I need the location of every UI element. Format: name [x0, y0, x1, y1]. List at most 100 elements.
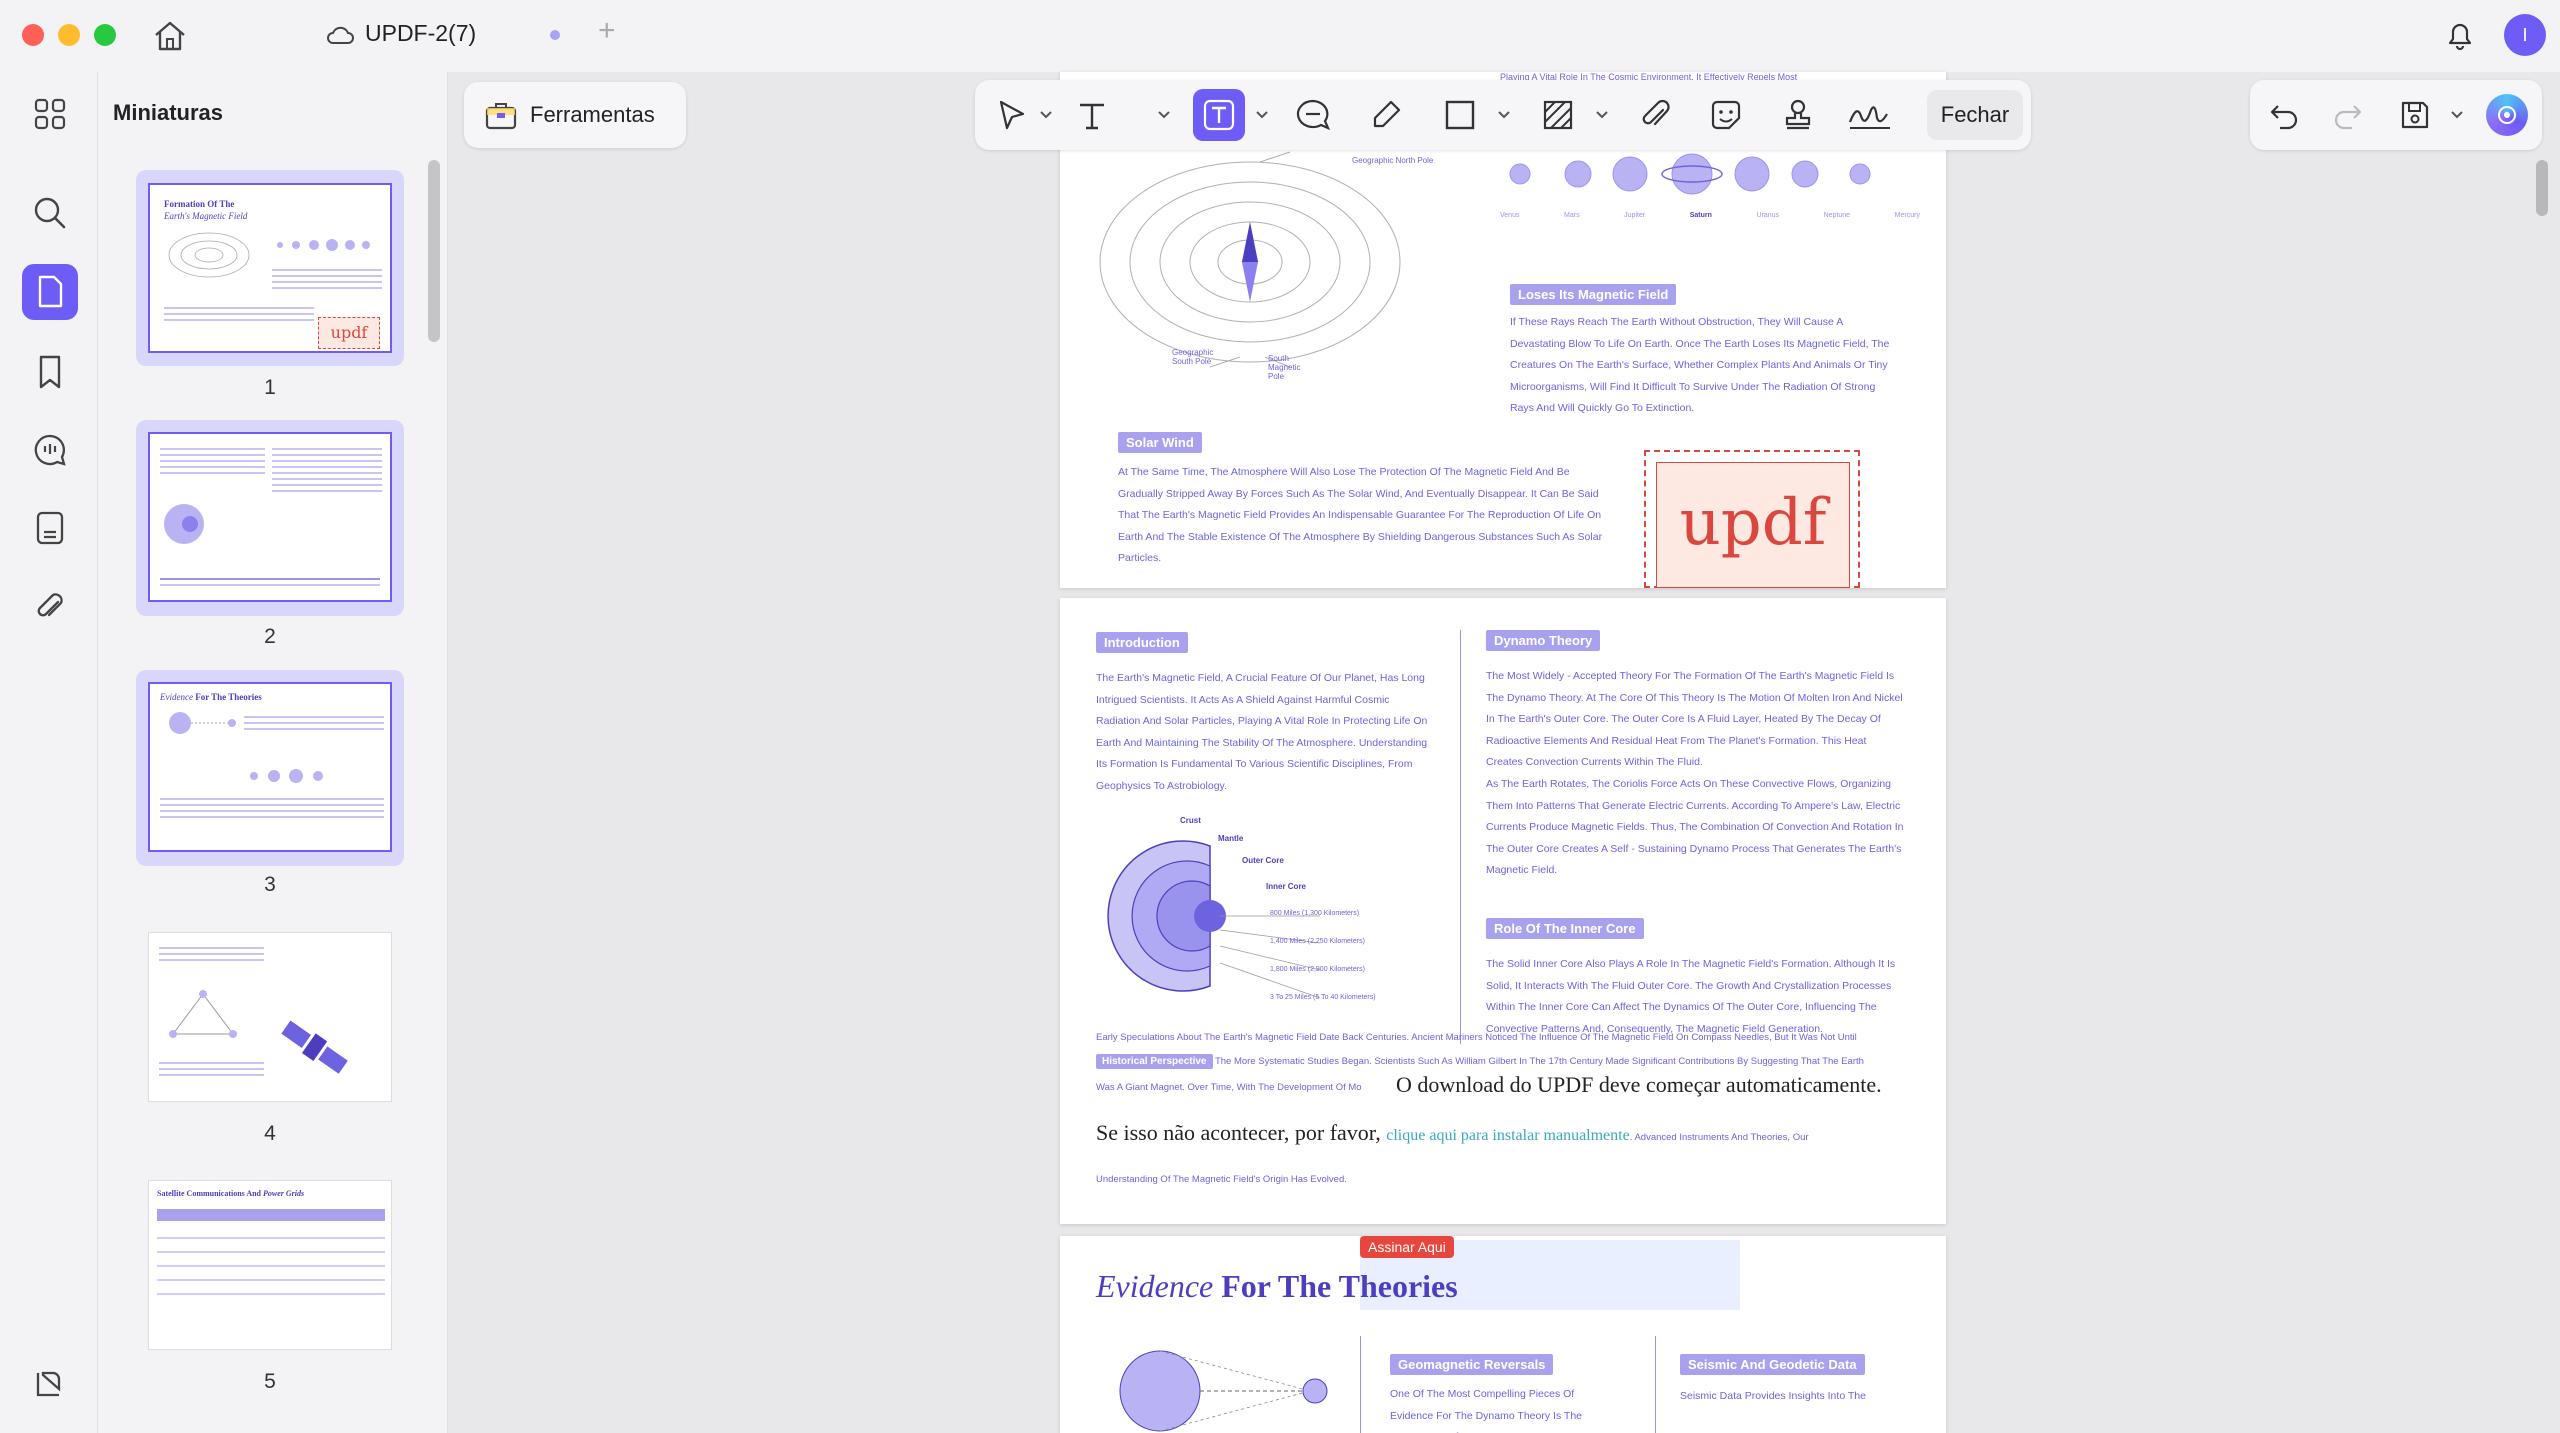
- thumb3-lines: [244, 712, 384, 734]
- close-window-button[interactable]: [22, 24, 44, 46]
- home-icon[interactable]: [152, 19, 188, 53]
- toolbox-icon: [485, 103, 517, 130]
- thumb4-lines: [159, 943, 264, 965]
- text-tool-icon[interactable]: [1075, 98, 1109, 132]
- annotation-toolbar: Fechar: [975, 80, 2031, 150]
- thumbnail-number-5: 5: [264, 1370, 276, 1393]
- layer-label-outer-core: Outer Core: [1242, 856, 1284, 865]
- area-hatch-icon[interactable]: [1541, 98, 1575, 132]
- canvas-scrollbar[interactable]: [2536, 160, 2548, 216]
- stamp-tool-icon[interactable]: [1781, 98, 1815, 132]
- highlighter-icon[interactable]: [1369, 98, 1403, 132]
- last-line-text: Understanding Of The Magnetic Field's Or…: [1096, 1174, 1347, 1185]
- dynamo-theory-label: Dynamo Theory: [1486, 630, 1601, 651]
- historical-perspective-label: Historical Perspective: [1096, 1054, 1213, 1069]
- bookmarks-button[interactable]: [22, 344, 78, 400]
- forms-button[interactable]: [22, 500, 78, 556]
- save-icon[interactable]: [2398, 98, 2432, 132]
- diagram-label-north: Geographic North Pole: [1352, 156, 1434, 165]
- chevron-down-icon[interactable]: [1595, 110, 1609, 120]
- chevron-down-icon[interactable]: [1497, 110, 1511, 120]
- thumb3-diagram: [169, 712, 236, 734]
- sticker-icon[interactable]: [1709, 98, 1743, 132]
- diagram-label-south: Geographic South Pole: [1172, 348, 1214, 366]
- updf-stamp[interactable]: updf: [1656, 462, 1850, 588]
- thumb1-title-a: Formation Of The: [164, 199, 235, 209]
- rectangle-icon[interactable]: [1443, 98, 1477, 132]
- thumb5-table-rows: [157, 1225, 385, 1307]
- thumb5-title: Satellite Communications And Power Grids: [157, 1189, 305, 1198]
- thumb4-lines-2: [159, 1058, 264, 1080]
- panel-scrollbar[interactable]: [428, 160, 440, 342]
- textbox-tool-button[interactable]: [1193, 89, 1245, 141]
- bell-icon[interactable]: [2444, 18, 2476, 52]
- historical-text: The More Systematic Studies Began. Scien…: [1214, 1056, 1864, 1067]
- thumbnails-button[interactable]: [22, 264, 78, 320]
- comment-tool-icon[interactable]: [1295, 98, 1331, 132]
- ai-assistant-icon: [2498, 106, 2516, 124]
- user-avatar[interactable]: I: [2504, 14, 2546, 56]
- new-tab-button[interactable]: +: [598, 14, 616, 48]
- thumbnail-page-3[interactable]: Evidence For The Theories: [148, 682, 392, 852]
- planet-label: Neptune: [1823, 212, 1851, 219]
- pdf-page-3[interactable]: Assinar Aqui Evidence For The Theories G…: [1060, 1236, 1946, 1433]
- chevron-down-icon[interactable]: [1157, 110, 1171, 120]
- undo-icon[interactable]: [2268, 100, 2300, 130]
- panel-title: Miniaturas: [113, 100, 224, 125]
- planets-row: [1509, 153, 1871, 195]
- planet-label: Uranus: [1756, 212, 1780, 219]
- attachments-button[interactable]: [22, 578, 78, 634]
- layers-icon: [36, 1371, 61, 1397]
- distance-label-4: 3 To 25 Miles (5 To 40 Kilometers): [1270, 994, 1376, 1001]
- signature-icon[interactable]: [1847, 98, 1893, 132]
- layers-button[interactable]: [22, 1356, 78, 1412]
- attach-file-icon[interactable]: [1639, 98, 1673, 132]
- unsaved-dot-icon: [550, 30, 560, 40]
- apps-grid-button[interactable]: [22, 86, 78, 142]
- dynamo-theory-text-2: As The Earth Rotates, The Coriolis Force…: [1486, 778, 1904, 876]
- install-manually-link[interactable]: clique aqui para instalar manualmente: [1386, 1127, 1629, 1144]
- ferramentas-button[interactable]: Ferramentas: [464, 82, 686, 148]
- thumbnail-page-1[interactable]: Formation Of The Earth's Magnetic Field …: [148, 183, 392, 353]
- page-icon: [38, 275, 63, 308]
- geomagnetic-reversals-text: One Of The Most Compelling Pieces Of Evi…: [1390, 1388, 1583, 1433]
- select-cursor-icon[interactable]: [995, 98, 1029, 132]
- search-button[interactable]: [22, 185, 78, 241]
- stamp-frame[interactable]: updf: [1644, 450, 1860, 588]
- seismic-data-label: Seismic And Geodetic Data: [1680, 1354, 1865, 1375]
- thumb1-diagram: [168, 232, 250, 278]
- thumbnail-number-1: 1: [264, 376, 276, 399]
- download-notice-line-1: O download do UPDF deve começar automati…: [1396, 1072, 1882, 1097]
- fechar-button[interactable]: Fechar: [1927, 90, 2023, 140]
- page3-divider-1: [1360, 1336, 1361, 1433]
- chevron-down-icon[interactable]: [1039, 110, 1053, 120]
- redo-icon[interactable]: [2332, 100, 2364, 130]
- chevron-down-icon[interactable]: [2450, 110, 2464, 120]
- thumbnail-page-5[interactable]: Satellite Communications And Power Grids: [148, 1180, 392, 1350]
- thumbnail-page-2[interactable]: [148, 432, 392, 602]
- grid-icon: [34, 98, 66, 130]
- pdf-page-2[interactable]: Introduction The Earth's Magnetic Field,…: [1060, 598, 1946, 1224]
- ai-assistant-button[interactable]: [2486, 94, 2528, 136]
- right-toolbar: [2250, 80, 2542, 150]
- zoom-window-button[interactable]: [94, 24, 116, 46]
- chevron-down-icon[interactable]: [1255, 110, 1269, 120]
- comment-icon: [34, 434, 66, 466]
- thumb2-earth: [164, 504, 204, 544]
- thumb2-lines-left: [160, 444, 265, 478]
- introduction-label: Introduction: [1096, 632, 1188, 653]
- thumb3-planets: [250, 769, 323, 783]
- distance-label-3: 1,800 Miles (2,900 Kilometers): [1270, 966, 1365, 973]
- geomagnetic-reversals-label: Geomagnetic Reversals: [1390, 1354, 1554, 1375]
- minimize-window-button[interactable]: [58, 24, 80, 46]
- page3-title: Evidence For The Theories: [1096, 1268, 1458, 1305]
- document-tab-title[interactable]: UPDF-2(7): [365, 20, 476, 47]
- sign-here-badge[interactable]: Assinar Aqui: [1360, 1236, 1454, 1258]
- thumbnail-page-4[interactable]: [148, 932, 392, 1102]
- download-notice-line-2: Se isso não acontecer, por favor, clique…: [1096, 1120, 1809, 1146]
- cloud-icon: [327, 26, 354, 44]
- planet-labels: Venus Mars Jupiter Saturn Uranus Neptune…: [1500, 212, 1920, 219]
- planet-label: Jupiter: [1624, 212, 1646, 219]
- comments-button[interactable]: [22, 422, 78, 478]
- download-notice-tail: . Advanced Instruments And Theories, Our: [1629, 1132, 1809, 1143]
